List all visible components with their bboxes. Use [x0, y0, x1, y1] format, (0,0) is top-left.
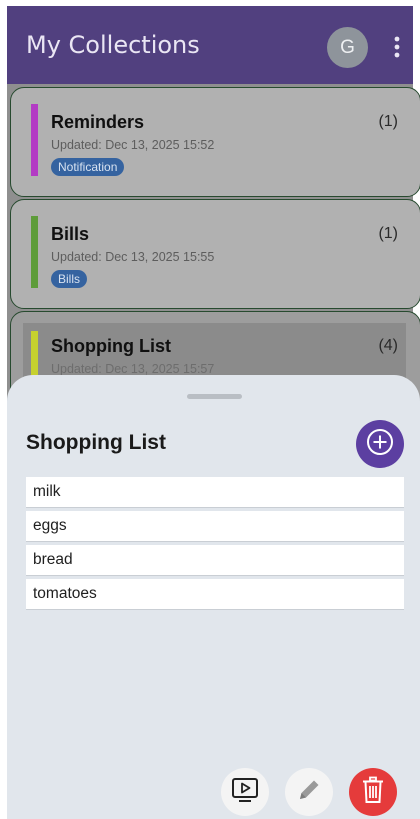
list-item[interactable]: bread: [26, 545, 404, 576]
card-title: Bills: [51, 224, 90, 244]
card-count: (4): [378, 337, 398, 354]
bottom-sheet: Shopping List milk eggs bread tomatoes: [7, 375, 420, 819]
list-item[interactable]: tomatoes: [26, 579, 404, 610]
pencil-icon: [296, 777, 322, 808]
tag-badge: Bills: [51, 270, 88, 288]
avatar[interactable]: G: [327, 27, 368, 68]
card-updated: Updated: Dec 13, 2025 15:57: [51, 362, 215, 376]
play-icon: [231, 777, 259, 808]
list-item[interactable]: eggs: [26, 511, 404, 542]
play-button[interactable]: [221, 768, 269, 816]
collection-card-bills[interactable]: Bills (1) Updated: Dec 13, 2025 15:55 Bi…: [10, 199, 420, 309]
add-item-button[interactable]: [356, 420, 404, 468]
drag-handle[interactable]: [187, 394, 242, 399]
card-count: (1): [378, 225, 398, 242]
trash-icon: [361, 776, 385, 809]
card-title: Shopping List: [51, 336, 171, 356]
plus-circle-icon: [365, 427, 395, 462]
tag-badge: Notification: [51, 158, 125, 176]
more-vert-icon[interactable]: [385, 27, 409, 67]
app-title: My Collections: [26, 31, 200, 59]
card-accent-bar: [31, 216, 38, 288]
card-title: Reminders: [51, 112, 145, 132]
sheet-title: Shopping List: [26, 431, 166, 454]
list-item[interactable]: milk: [26, 477, 404, 508]
edit-button[interactable]: [285, 768, 333, 816]
card-updated: Updated: Dec 13, 2025 15:52: [51, 138, 215, 152]
item-list: milk eggs bread tomatoes: [26, 477, 404, 613]
card-updated: Updated: Dec 13, 2025 15:55: [51, 250, 215, 264]
delete-button[interactable]: [349, 768, 397, 816]
collection-card-reminders[interactable]: Reminders (1) Updated: Dec 13, 2025 15:5…: [10, 87, 420, 197]
card-accent-bar: [31, 104, 38, 176]
card-count: (1): [378, 113, 398, 130]
